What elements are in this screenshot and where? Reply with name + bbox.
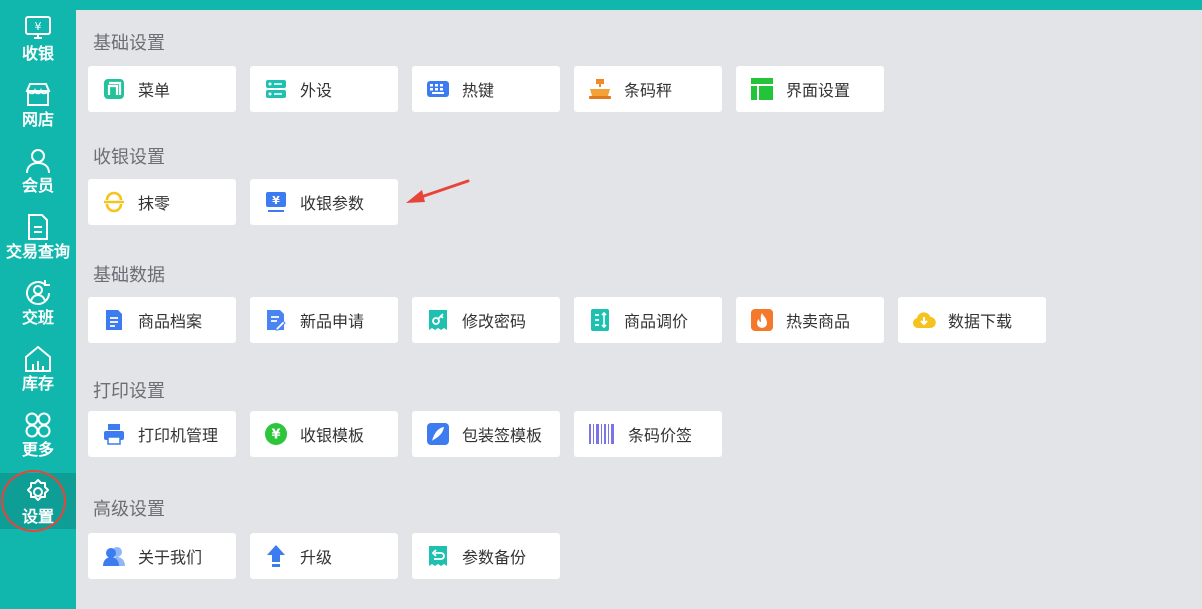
- sidebar-item-label: 收银: [21, 44, 54, 63]
- key-icon: [429, 310, 447, 330]
- settings-item-new-product[interactable]: 新品申请: [250, 297, 398, 343]
- sidebar-item-cashier[interactable]: ¥ 收银: [0, 10, 76, 76]
- card-label: 参数备份: [462, 548, 527, 567]
- section-title: 基础数据: [93, 265, 165, 286]
- section-title: 打印设置: [93, 381, 165, 402]
- peripheral-icon: [266, 80, 286, 98]
- card-label: 条码价签: [628, 426, 693, 445]
- warehouse-icon: [25, 345, 51, 372]
- card-label: 抹零: [138, 194, 171, 213]
- section-title: 基础设置: [93, 33, 165, 54]
- section-title: 收银设置: [93, 147, 165, 168]
- grid-more-icon: [25, 412, 51, 438]
- card-label: 打印机管理: [138, 426, 219, 445]
- fire-icon: [751, 309, 773, 331]
- sidebar-item-label: 会员: [21, 176, 54, 195]
- sidebar-item-label: 更多: [21, 440, 54, 459]
- svg-text:¥: ¥: [271, 428, 280, 443]
- svg-text:¥: ¥: [272, 194, 280, 207]
- keyboard-icon: [427, 81, 449, 97]
- settings-item-product-file[interactable]: 商品档案: [88, 297, 236, 343]
- barcode-icon: [589, 424, 614, 444]
- sidebar-item-label: 库存: [21, 374, 54, 393]
- settings-item-change-password[interactable]: 修改密码: [412, 297, 560, 343]
- card-label: 修改密码: [462, 312, 527, 331]
- svg-text:¥: ¥: [35, 20, 42, 33]
- settings-item-round-off[interactable]: 抹零: [88, 179, 236, 225]
- card-label: 关于我们: [138, 548, 203, 567]
- settings-item-data-download[interactable]: 数据下载: [898, 297, 1046, 343]
- card-label: 数据下载: [948, 312, 1013, 331]
- round-off-icon: [104, 191, 124, 213]
- settings-item-upgrade[interactable]: 升级: [250, 533, 398, 579]
- sidebar: ¥ 收银 网店 会员 交易查询 交班 库存 更多 设置: [0, 0, 76, 609]
- barcode-scale-icon: [589, 79, 611, 99]
- card-label: 热键: [462, 81, 495, 100]
- settings-item-price-adjust[interactable]: 商品调价: [574, 297, 722, 343]
- sidebar-item-transactions[interactable]: 交易查询: [0, 208, 76, 274]
- cashier-monitor-icon: ¥: [25, 16, 51, 39]
- settings-item-backup[interactable]: 参数备份: [412, 533, 560, 579]
- member-icon: [26, 149, 50, 174]
- upgrade-arrow-icon: [267, 545, 285, 567]
- card-label: 商品档案: [138, 312, 203, 331]
- sidebar-item-label: 网店: [21, 110, 54, 129]
- sidebar-item-label: 交班: [21, 308, 54, 327]
- card-label: 菜单: [138, 81, 171, 100]
- annotation-arrow: [406, 179, 470, 203]
- settings-item-package-label[interactable]: 包装签模板: [412, 411, 560, 457]
- card-label: 收银模板: [300, 426, 365, 445]
- sidebar-item-member[interactable]: 会员: [0, 142, 76, 208]
- cloud-download-icon: [912, 312, 936, 329]
- settings-item-barcode-label[interactable]: 条码价签: [574, 411, 722, 457]
- settings-item-cashier-params[interactable]: ¥ 收银参数: [250, 179, 398, 225]
- card-label: 包装签模板: [462, 426, 543, 445]
- highlight-circle: [1, 470, 66, 532]
- sidebar-item-store[interactable]: 网店: [0, 76, 76, 142]
- document-icon: [28, 214, 48, 240]
- store-icon: [25, 83, 51, 106]
- settings-item-menu[interactable]: 菜单: [88, 66, 236, 112]
- sidebar-item-inventory[interactable]: 库存: [0, 340, 76, 406]
- card-label: 收银参数: [300, 194, 365, 213]
- section-title: 高级设置: [93, 499, 165, 520]
- new-product-icon: [267, 310, 286, 331]
- settings-item-hot-sale[interactable]: 热卖商品: [736, 297, 884, 343]
- price-adjust-icon: [591, 309, 609, 331]
- card-label: 商品调价: [624, 312, 689, 331]
- cashier-params-icon: ¥: [266, 192, 286, 212]
- settings-item-interface[interactable]: 界面设置: [736, 66, 884, 112]
- top-bar: [76, 0, 1202, 10]
- sidebar-item-handover[interactable]: 交班: [0, 274, 76, 340]
- settings-item-cashier-template[interactable]: ¥ 收银模板: [250, 411, 398, 457]
- about-icon: [103, 547, 125, 566]
- card-label: 热卖商品: [786, 312, 851, 331]
- settings-item-peripheral[interactable]: 外设: [250, 66, 398, 112]
- feather-icon: [427, 423, 449, 445]
- printer-icon: [104, 424, 124, 445]
- card-label: 升级: [300, 548, 333, 567]
- yen-template-icon: ¥: [265, 423, 287, 445]
- card-label: 界面设置: [786, 81, 851, 100]
- settings-item-hotkey[interactable]: 热键: [412, 66, 560, 112]
- menu-icon: [104, 79, 124, 99]
- settings-item-barcode-scale[interactable]: 条码秤: [574, 66, 722, 112]
- settings-item-printer[interactable]: 打印机管理: [88, 411, 236, 457]
- sidebar-item-label: 交易查询: [5, 242, 70, 261]
- backup-icon: [429, 546, 447, 566]
- card-label: 条码秤: [624, 81, 673, 100]
- sidebar-item-more[interactable]: 更多: [0, 406, 76, 472]
- layout-icon: [751, 78, 773, 100]
- card-label: 外设: [300, 81, 333, 100]
- card-label: 新品申请: [300, 312, 365, 331]
- handover-icon: [26, 280, 50, 305]
- settings-item-about[interactable]: 关于我们: [88, 533, 236, 579]
- product-file-icon: [106, 310, 122, 330]
